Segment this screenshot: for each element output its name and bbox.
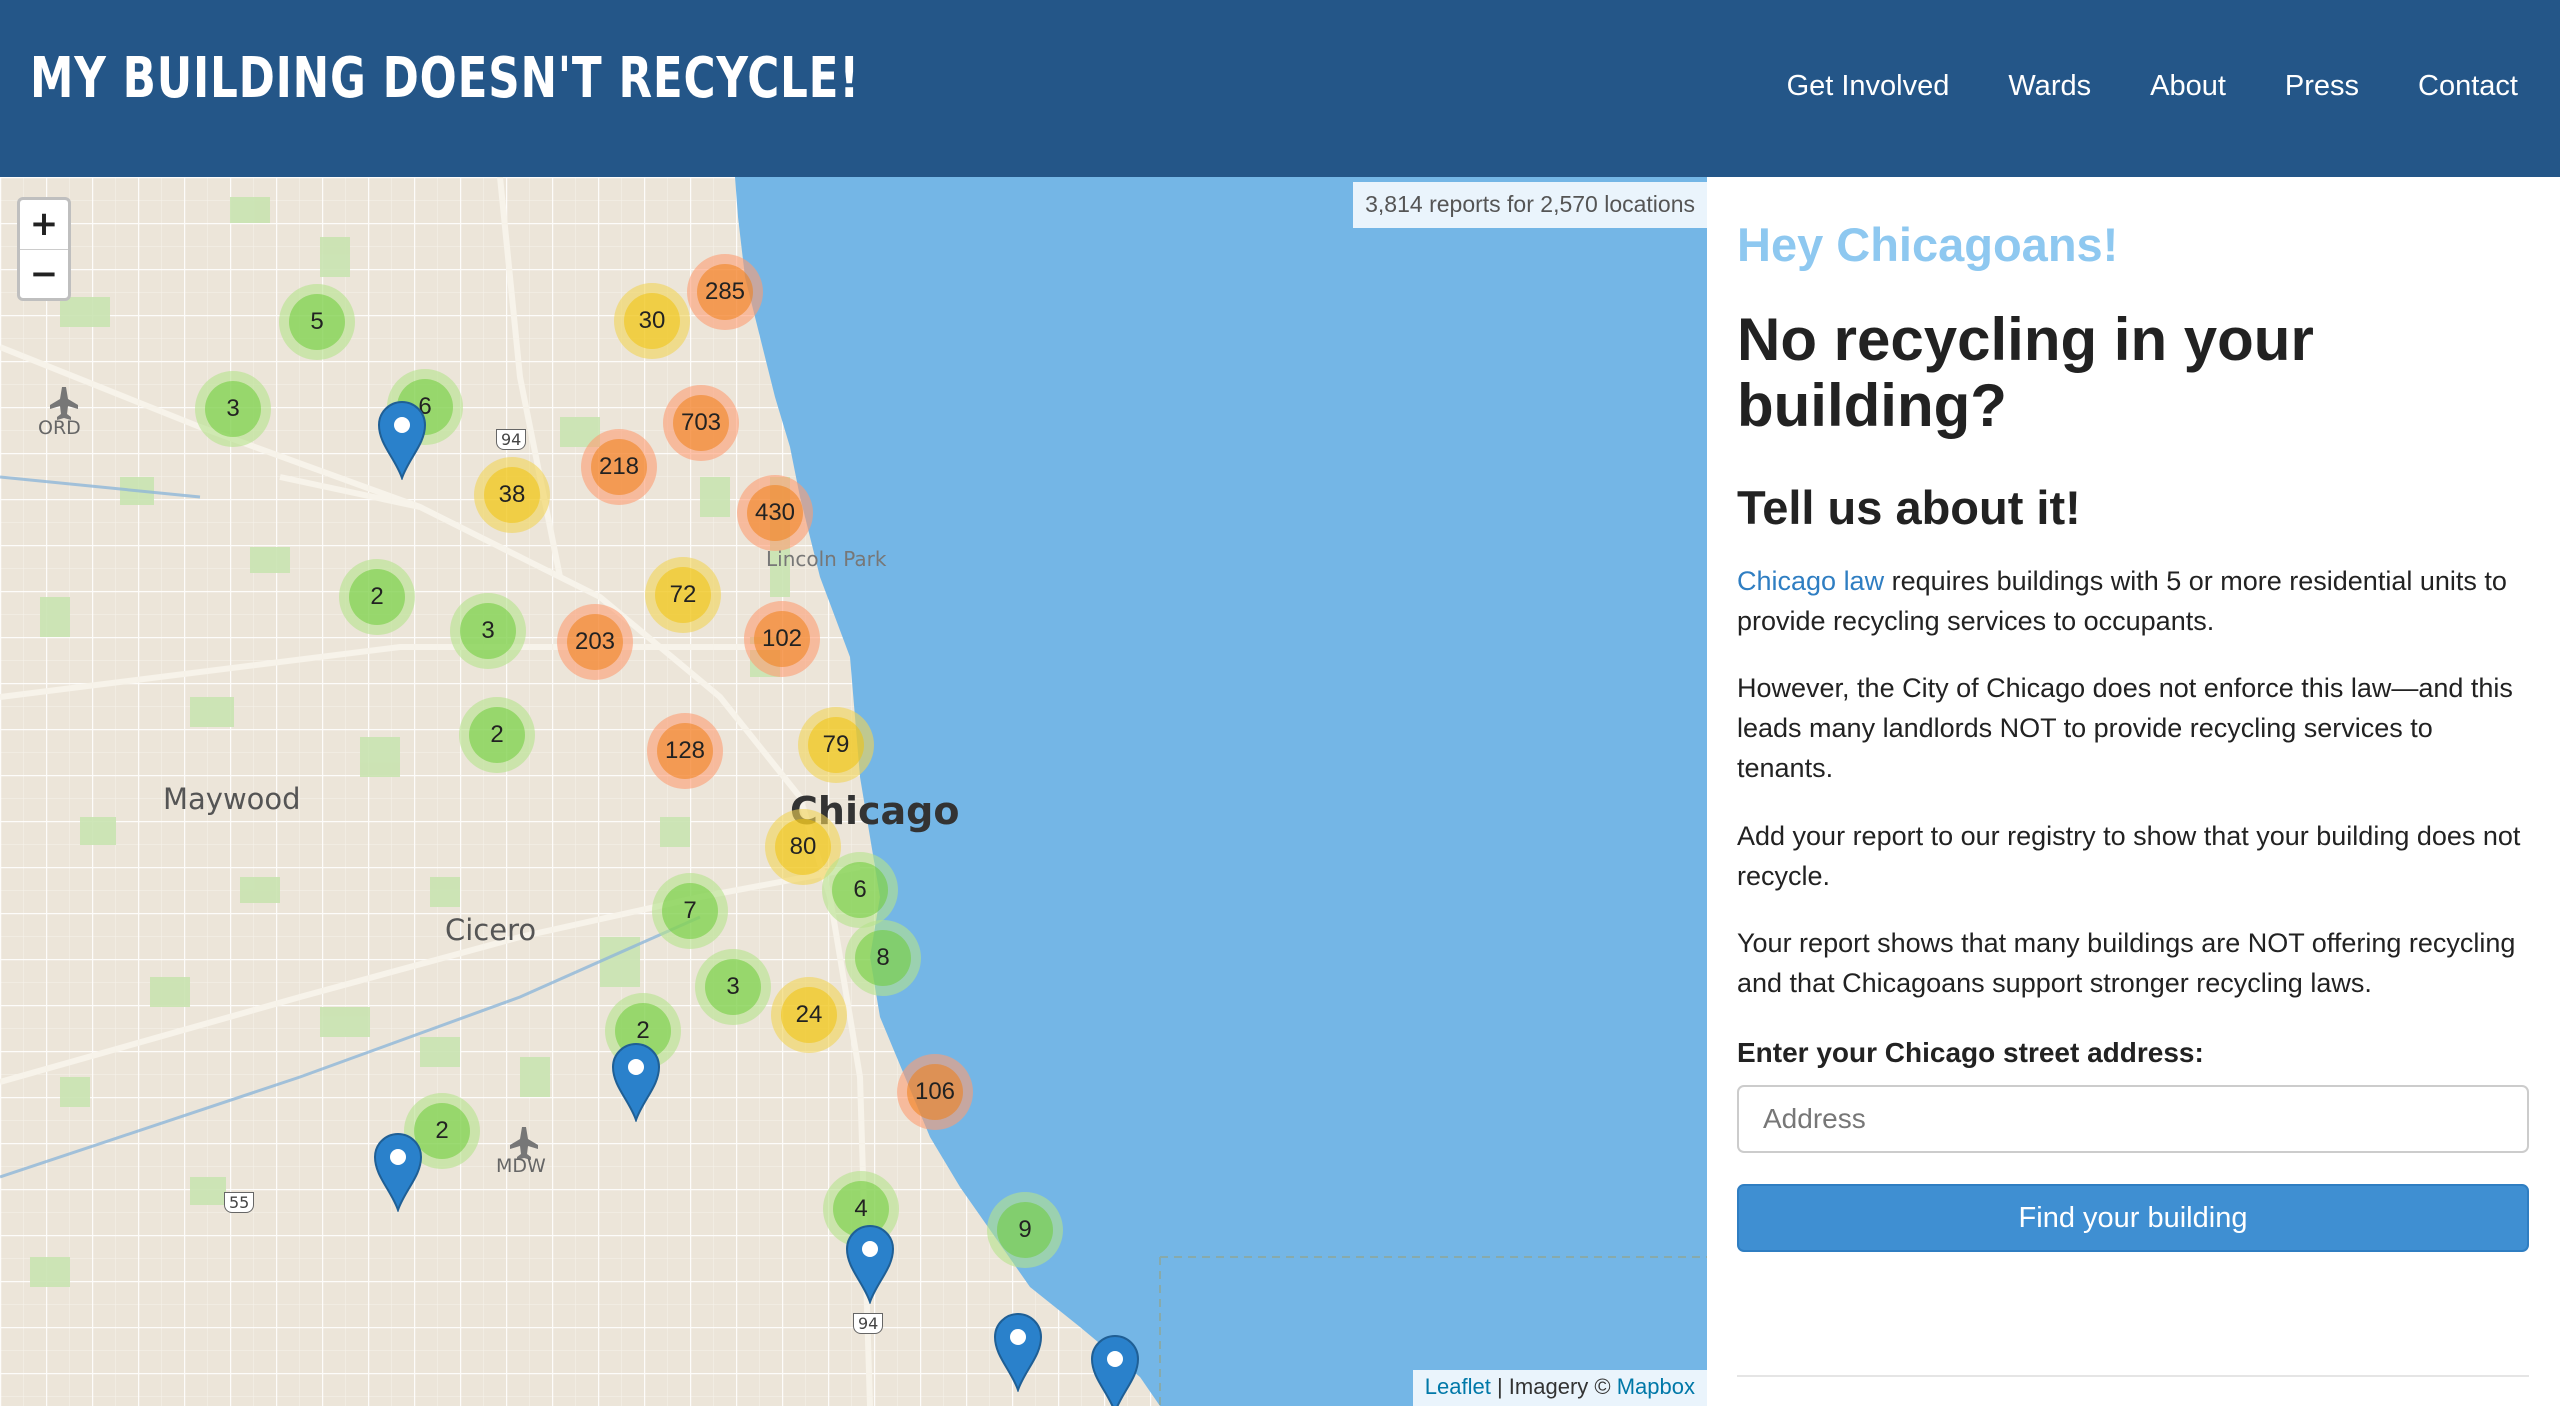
impact-paragraph: Your report shows that many buildings ar…: [1737, 928, 2516, 998]
top-navbar: MY BUILDING DOESN'T RECYCLE! Get Involve…: [0, 0, 2560, 177]
location-pin-icon[interactable]: [1090, 1334, 1140, 1406]
cluster-count: 285: [697, 264, 753, 320]
cluster-marker[interactable]: 102: [744, 601, 820, 677]
map-attribution: Leaflet | Imagery © Mapbox: [1412, 1370, 1707, 1406]
nav-contact[interactable]: Contact: [2418, 70, 2518, 103]
cluster-count: 218: [591, 439, 647, 495]
site-brand[interactable]: MY BUILDING DOESN'T RECYCLE!: [30, 46, 860, 111]
cluster-count: 3: [460, 603, 516, 659]
cluster-marker[interactable]: 128: [647, 713, 723, 789]
highway-shield-55: 55: [224, 1192, 255, 1213]
cluster-marker[interactable]: 3: [695, 949, 771, 1025]
cluster-marker[interactable]: 430: [737, 475, 813, 551]
cluster-count: 72: [655, 567, 711, 623]
cluster-marker[interactable]: 218: [581, 429, 657, 505]
cluster-marker[interactable]: 703: [663, 385, 739, 461]
cluster-marker[interactable]: 72: [645, 557, 721, 633]
mapbox-link[interactable]: Mapbox: [1617, 1374, 1695, 1399]
place-label-cicero: Cicero: [445, 913, 537, 947]
address-label: Enter your Chicago street address:: [1737, 1037, 2204, 1068]
cluster-marker[interactable]: 3: [195, 371, 271, 447]
nav-wards[interactable]: Wards: [2008, 70, 2091, 103]
cluster-count: 2: [349, 569, 405, 625]
location-pin-icon[interactable]: [993, 1312, 1043, 1397]
highway-shield-94-south: 94: [853, 1313, 884, 1334]
cluster-marker[interactable]: 2: [459, 697, 535, 773]
cluster-count: 5: [289, 294, 345, 350]
cluster-marker[interactable]: 30: [614, 283, 690, 359]
location-pin-icon[interactable]: [373, 1132, 423, 1217]
cluster-count: 79: [808, 717, 864, 773]
location-pin-icon[interactable]: [377, 400, 427, 485]
cluster-marker[interactable]: 203: [557, 604, 633, 680]
cluster-count: 3: [205, 381, 261, 437]
cluster-marker[interactable]: 6: [822, 852, 898, 928]
cluster-count: 102: [754, 611, 810, 667]
cluster-marker[interactable]: 24: [771, 977, 847, 1053]
attribution-text: | Imagery ©: [1490, 1374, 1617, 1399]
highway-shield-94-north: 94: [496, 429, 527, 450]
cluster-marker[interactable]: 106: [897, 1054, 973, 1130]
cluster-marker[interactable]: 5: [279, 284, 355, 360]
info-sidebar: Hey Chicagoans! No recycling in your bui…: [1707, 177, 2560, 1406]
sidebar-divider: [1737, 1375, 2529, 1377]
cluster-marker[interactable]: 8: [845, 920, 921, 996]
cluster-count: 203: [567, 614, 623, 670]
cluster-count: 7: [662, 883, 718, 939]
greeting: Hey Chicagoans!: [1737, 218, 2119, 271]
report-count: 3,814 reports for 2,570 locations: [1353, 182, 1707, 228]
cluster-count: 6: [832, 862, 888, 918]
cluster-count: 30: [624, 293, 680, 349]
nav-press[interactable]: Press: [2285, 70, 2359, 103]
subheading: Tell us about it!: [1737, 481, 2081, 534]
nav-get-involved[interactable]: Get Involved: [1787, 70, 1950, 103]
cluster-marker[interactable]: 2: [339, 559, 415, 635]
place-label-ord: ORD: [38, 417, 81, 439]
place-label-mdw: MDW: [496, 1155, 546, 1177]
cluster-count: 38: [484, 467, 540, 523]
cluster-count: 703: [673, 395, 729, 451]
leaflet-link[interactable]: Leaflet: [1425, 1374, 1491, 1399]
law-paragraph: Chicago law requires buildings with 5 or…: [1737, 561, 2527, 641]
zoom-control: + −: [17, 197, 71, 301]
cluster-count: 106: [907, 1064, 963, 1120]
headline: No recycling in your building?: [1737, 306, 2314, 439]
cluster-marker[interactable]: 79: [798, 707, 874, 783]
place-label-maywood: Maywood: [163, 782, 301, 816]
cluster-count: 128: [657, 723, 713, 779]
zoom-in-button[interactable]: +: [20, 200, 68, 250]
cluster-count: 8: [855, 930, 911, 986]
cluster-marker[interactable]: 7: [652, 873, 728, 949]
cluster-count: 24: [781, 987, 837, 1043]
cluster-marker[interactable]: 3: [450, 593, 526, 669]
cluster-count: 3: [705, 959, 761, 1015]
cluster-count: 80: [775, 819, 831, 875]
enforcement-paragraph: However, the City of Chicago does not en…: [1737, 673, 2513, 783]
place-label-lincoln-park: Lincoln Park: [766, 547, 887, 571]
zoom-out-button[interactable]: −: [20, 250, 68, 299]
location-pin-icon[interactable]: [611, 1042, 661, 1127]
cluster-marker[interactable]: 38: [474, 457, 550, 533]
map-view[interactable]: Chicago Maywood Cicero Lincoln Park ORD …: [0, 177, 1707, 1406]
cluster-count: 9: [997, 1202, 1053, 1258]
registry-paragraph: Add your report to our registry to show …: [1737, 821, 2521, 891]
location-pin-icon[interactable]: [845, 1224, 895, 1309]
cluster-marker[interactable]: 285: [687, 254, 763, 330]
cluster-marker[interactable]: 9: [987, 1192, 1063, 1268]
cluster-count: 2: [469, 707, 525, 763]
find-building-button[interactable]: Find your building: [1737, 1184, 2529, 1252]
cluster-count: 430: [747, 485, 803, 541]
main-nav: Get Involved Wards About Press Contact: [1728, 70, 2518, 103]
chicago-law-link[interactable]: Chicago law: [1737, 566, 1884, 596]
address-input[interactable]: [1737, 1085, 2529, 1153]
nav-about[interactable]: About: [2150, 70, 2226, 103]
